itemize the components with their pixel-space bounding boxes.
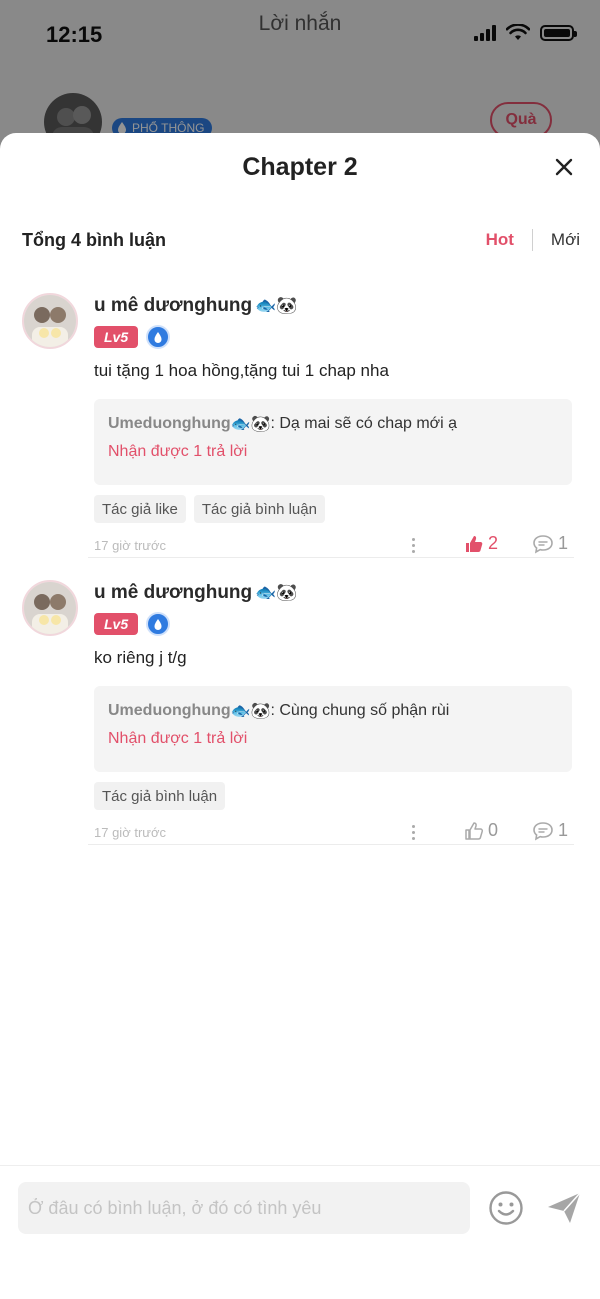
- more-vertical-icon[interactable]: [408, 822, 418, 842]
- comment-body: u mê dươnghung 🐟🐼 Lv5 tui tặng 1 hoa hồn…: [94, 293, 572, 559]
- comment-badges: Lv5: [94, 325, 572, 349]
- comment-input-bar: [0, 1165, 600, 1299]
- water-drop-icon: [146, 325, 171, 349]
- comment-author[interactable]: u mê dươnghung 🐟🐼: [94, 580, 572, 606]
- reply-preview[interactable]: Umeduonghung 🐟🐼 : Cùng chung số phận rùi…: [94, 686, 572, 772]
- more-vertical-icon[interactable]: [408, 535, 418, 555]
- comment-author-name: u mê dươnghung: [94, 582, 253, 603]
- close-icon: [555, 158, 573, 176]
- comments-count: Tổng 4 bình luận: [22, 229, 166, 250]
- comment-author[interactable]: u mê dươnghung 🐟🐼: [94, 293, 572, 319]
- reply-button[interactable]: 1: [532, 533, 568, 554]
- sheet-title: Chapter 2: [242, 153, 358, 181]
- like-count: 2: [488, 533, 499, 553]
- thumbs-up-icon: [466, 535, 483, 552]
- reply-text: : Cùng chung số phận rùi: [270, 702, 450, 719]
- reply-author-emoji: 🐟🐼: [230, 416, 271, 433]
- comment-bubble-icon: [533, 821, 553, 841]
- author-emoji: 🐟🐼: [255, 583, 298, 602]
- comment-text: tui tặng 1 hoa hồng,tặng tui 1 chap nha: [94, 361, 389, 380]
- avatar[interactable]: [22, 293, 78, 349]
- send-button[interactable]: [546, 1190, 582, 1226]
- sort-tab-hot[interactable]: Hot: [486, 230, 514, 250]
- reply-line: Umeduonghung 🐟🐼 : Dạ mai sẽ có chap mới …: [108, 411, 558, 437]
- comment-divider: [88, 557, 574, 558]
- send-icon: [548, 1192, 581, 1223]
- reply-preview[interactable]: Umeduonghung 🐟🐼 : Dạ mai sẽ có chap mới …: [94, 399, 572, 485]
- reply-author-emoji: 🐟🐼: [230, 703, 271, 720]
- reply-button[interactable]: 1: [532, 820, 568, 841]
- level-badge: Lv5: [94, 613, 139, 635]
- smiley-icon: [489, 1191, 523, 1225]
- comment-tags: Tác giả bình luận: [94, 782, 572, 810]
- comment-bubble-icon: [533, 534, 553, 554]
- tag-author-liked: Tác giả like: [94, 495, 186, 523]
- comment-time: 17 giờ trước: [94, 824, 166, 840]
- comment-time: 17 giờ trước: [94, 537, 166, 553]
- emoji-button[interactable]: [488, 1190, 524, 1226]
- like-button[interactable]: 2: [464, 533, 498, 554]
- comment-meta: 17 giờ trước 2 1: [94, 531, 572, 559]
- reply-line: Umeduonghung 🐟🐼 : Cùng chung số phận rùi: [108, 698, 558, 724]
- reply-author: Umeduonghung: [108, 415, 231, 432]
- comments-sheet: Chapter 2 Tổng 4 bình luận Hot Mới u mê …: [0, 133, 600, 1299]
- level-badge: Lv5: [94, 326, 139, 348]
- comment-tags: Tác giả like Tác giả bình luận: [94, 495, 572, 523]
- like-button[interactable]: 0: [464, 820, 498, 841]
- reply-count: 1: [558, 820, 569, 840]
- reply-count: 1: [558, 533, 569, 553]
- comment-body: u mê dươnghung 🐟🐼 Lv5 ko riêng j t/g Ume…: [94, 580, 572, 846]
- tag-author-commented: Tác giả bình luận: [94, 782, 226, 810]
- like-count: 0: [488, 820, 499, 840]
- view-replies-link[interactable]: Nhận được 1 trả lời: [108, 443, 558, 467]
- comment-meta: 17 giờ trước 0 1: [94, 818, 572, 846]
- thumbs-up-icon: [465, 821, 484, 840]
- comment-text: ko riêng j t/g: [94, 648, 187, 667]
- comments-summary-row: Tổng 4 bình luận Hot Mới: [22, 225, 580, 255]
- reply-text: : Dạ mai sẽ có chap mới ạ: [270, 415, 458, 432]
- view-replies-link[interactable]: Nhận được 1 trả lời: [108, 730, 558, 754]
- reply-author: Umeduonghung: [108, 702, 231, 719]
- water-drop-icon: [146, 612, 171, 636]
- sort-tab-new[interactable]: Mới: [551, 230, 580, 250]
- author-emoji: 🐟🐼: [255, 296, 298, 315]
- comment-author-name: u mê dươnghung: [94, 295, 253, 316]
- comment-badges: Lv5: [94, 612, 572, 636]
- tag-author-commented: Tác giả bình luận: [193, 495, 325, 523]
- close-button[interactable]: [550, 153, 578, 181]
- avatar[interactable]: [22, 580, 78, 636]
- comment-divider: [88, 844, 574, 845]
- sort-divider: [531, 229, 533, 251]
- comment-input[interactable]: [18, 1182, 470, 1234]
